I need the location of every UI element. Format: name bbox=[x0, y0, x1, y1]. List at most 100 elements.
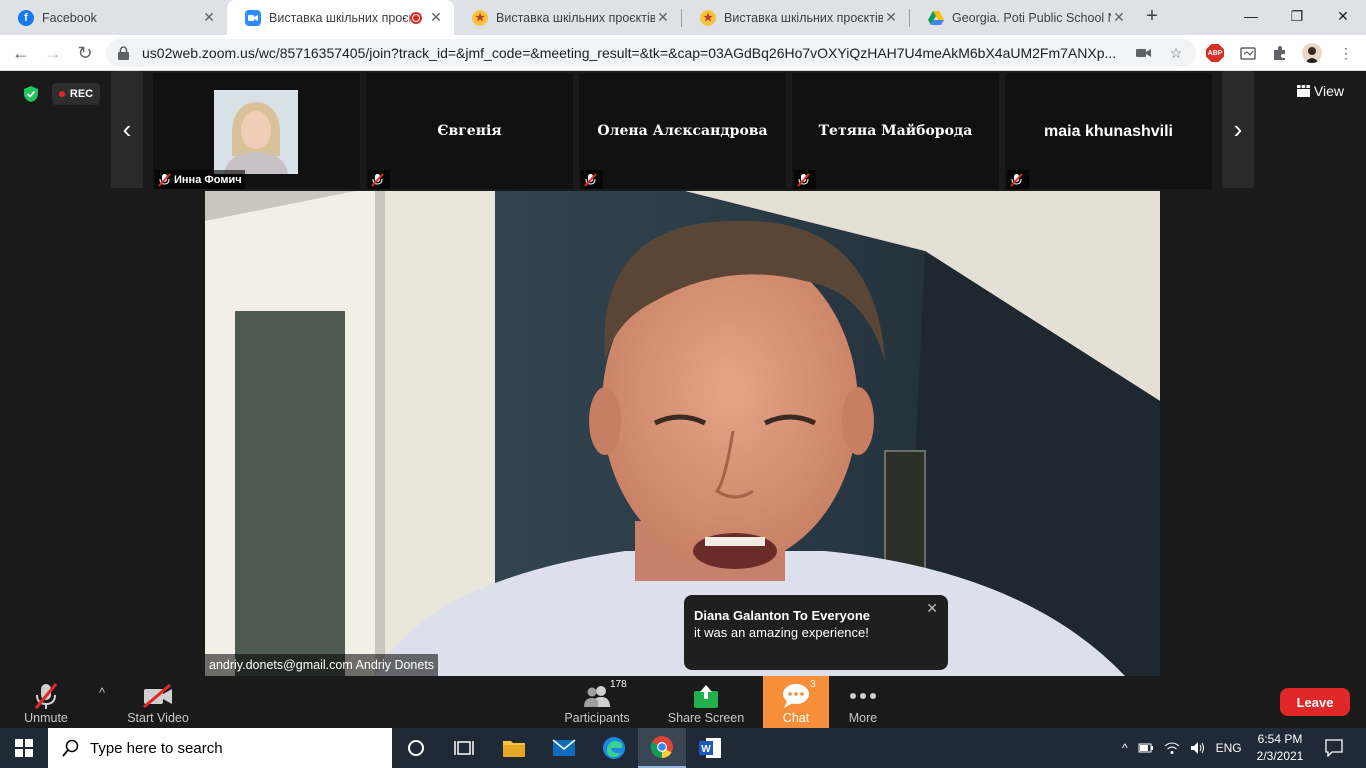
audio-options-chevron-icon[interactable]: ^ bbox=[92, 676, 112, 728]
close-icon[interactable]: ✕ bbox=[883, 9, 899, 26]
share-screen-button[interactable]: Share Screen bbox=[666, 676, 746, 728]
task-view-icon[interactable] bbox=[440, 728, 488, 768]
view-layout-button[interactable]: View bbox=[1296, 83, 1344, 99]
adblock-icon[interactable]: ABP bbox=[1205, 43, 1225, 63]
close-window-icon[interactable]: ✕ bbox=[1320, 0, 1366, 32]
browser-tab-strip: f Facebook ✕ Виставка шкільних проєктів … bbox=[0, 0, 1366, 35]
clock-time: 6:54 PM bbox=[1257, 732, 1303, 746]
participant-name: Олена Алєксандрова bbox=[597, 123, 768, 139]
chat-button[interactable]: Chat 3 bbox=[763, 676, 829, 728]
participant-name: Євгенія bbox=[437, 123, 502, 139]
restore-icon[interactable]: ❐ bbox=[1274, 0, 1320, 32]
minimize-icon[interactable]: — bbox=[1228, 0, 1274, 32]
active-speaker-name: andriy.donets@gmail.com Andriy Donets bbox=[205, 654, 439, 676]
encryption-shield-icon[interactable] bbox=[22, 85, 40, 103]
zoom-meeting-area: REC ‹ › Инна Фомич Євгенія Олена Алєксан… bbox=[0, 71, 1366, 676]
muted-mic-icon bbox=[158, 172, 171, 187]
camera-icon[interactable] bbox=[1134, 43, 1154, 63]
url-text: us02web.zoom.us/wc/85716357405/join?trac… bbox=[142, 45, 1117, 61]
forward-icon[interactable]: → bbox=[40, 40, 66, 66]
back-icon[interactable]: ← bbox=[8, 40, 34, 66]
close-icon[interactable]: ✕ bbox=[1111, 9, 1127, 26]
file-explorer-icon[interactable] bbox=[490, 728, 538, 768]
active-speaker-video[interactable] bbox=[205, 191, 1160, 676]
edge-icon[interactable] bbox=[590, 728, 638, 768]
windows-start-icon[interactable] bbox=[0, 728, 48, 768]
more-button[interactable]: More bbox=[840, 676, 886, 728]
svg-text:W: W bbox=[701, 744, 711, 755]
chrome-icon[interactable] bbox=[638, 728, 686, 768]
tab-exhibition-2[interactable]: ★ Виставка шкільних проєктів з ✕ bbox=[682, 0, 909, 35]
close-icon[interactable]: ✕ bbox=[428, 9, 444, 26]
tab-georgia-poti[interactable]: Georgia. Poti Public School N ✕ bbox=[910, 0, 1137, 35]
start-video-button[interactable]: Start Video bbox=[122, 676, 194, 728]
chat-bubble-icon bbox=[781, 681, 811, 711]
windows-taskbar: Type here to search W ^ ENG 6:54 PM 2/3/… bbox=[0, 728, 1366, 768]
share-screen-icon bbox=[692, 681, 720, 711]
close-icon[interactable]: ✕ bbox=[926, 600, 938, 617]
unmute-button[interactable]: Unmute bbox=[18, 676, 74, 728]
grid-view-icon bbox=[1296, 85, 1310, 97]
participant-tile[interactable]: Инна Фомич bbox=[153, 73, 360, 189]
record-dot-icon bbox=[58, 91, 65, 97]
search-placeholder: Type here to search bbox=[90, 739, 223, 757]
muted-mic-icon bbox=[368, 170, 390, 189]
volume-icon bbox=[1190, 742, 1204, 754]
tray-overflow-chevron-icon[interactable]: ^ bbox=[1122, 741, 1128, 755]
prev-participants-button[interactable]: ‹ bbox=[111, 71, 143, 188]
wifi-icon bbox=[1164, 742, 1179, 754]
chat-label: Chat bbox=[782, 711, 810, 725]
taskbar-search-box[interactable]: Type here to search bbox=[48, 728, 392, 768]
participant-tile[interactable]: Олена Алєксандрова bbox=[579, 73, 786, 189]
tab-facebook[interactable]: f Facebook ✕ bbox=[0, 0, 227, 35]
taskbar-clock[interactable]: 6:54 PM 2/3/2021 bbox=[1250, 731, 1310, 765]
chat-unread-count: 3 bbox=[810, 679, 816, 690]
unmute-label: Unmute bbox=[24, 711, 68, 725]
participants-icon bbox=[581, 681, 613, 711]
participant-label: Инна Фомич bbox=[155, 170, 245, 189]
meeting-controls: Unmute ^ Start Video Participants 178 Sh… bbox=[0, 676, 1366, 728]
profile-avatar[interactable] bbox=[1302, 43, 1322, 63]
participants-count: 178 bbox=[610, 679, 627, 690]
tab-zoom-meeting[interactable]: Виставка шкільних проєктів ✕ bbox=[227, 0, 454, 35]
start-video-label: Start Video bbox=[127, 711, 189, 725]
participant-tile[interactable]: Тетяна Майборода bbox=[792, 73, 999, 189]
close-icon[interactable]: ✕ bbox=[201, 9, 217, 26]
language-indicator[interactable]: ENG bbox=[1216, 741, 1242, 755]
word-icon[interactable]: W bbox=[686, 728, 734, 768]
next-participants-button[interactable]: › bbox=[1222, 71, 1254, 188]
muted-mic-icon bbox=[794, 170, 816, 189]
reload-icon[interactable]: ↻ bbox=[72, 40, 98, 66]
menu-kebab-icon[interactable]: ⋮ bbox=[1336, 43, 1356, 63]
tab-title: Georgia. Poti Public School N bbox=[952, 10, 1111, 25]
tab-title: Виставка шкільних проєктів bbox=[269, 10, 410, 25]
bookmark-star-icon[interactable]: ☆ bbox=[1166, 43, 1186, 63]
close-icon[interactable]: ✕ bbox=[655, 9, 671, 26]
recording-badge[interactable]: REC bbox=[52, 83, 100, 105]
participants-button[interactable]: Participants 178 bbox=[560, 676, 634, 728]
lock-icon bbox=[118, 46, 132, 60]
star-eyes-emoji-icon: ★ bbox=[472, 9, 488, 26]
view-label: View bbox=[1313, 83, 1344, 99]
adblock-label: ABP bbox=[1206, 44, 1224, 62]
participant-tile[interactable]: maia khunashvili bbox=[1005, 73, 1212, 189]
leave-button[interactable]: Leave bbox=[1280, 688, 1350, 716]
participant-name: Тетяна Майборода bbox=[818, 123, 973, 139]
puzzle-extensions-icon[interactable] bbox=[1270, 43, 1290, 63]
mail-icon[interactable] bbox=[540, 728, 588, 768]
notifications-icon[interactable] bbox=[1310, 728, 1358, 768]
new-tab-button[interactable]: + bbox=[1137, 0, 1167, 35]
tab-exhibition-1[interactable]: ★ Виставка шкільних проєктів з ✕ bbox=[454, 0, 681, 35]
cortana-icon[interactable] bbox=[392, 728, 440, 768]
chat-notification[interactable]: Diana Galanton To Everyone it was an ama… bbox=[684, 595, 948, 670]
address-bar[interactable]: us02web.zoom.us/wc/85716357405/join?trac… bbox=[106, 39, 1196, 67]
rec-label: REC bbox=[69, 88, 94, 100]
participant-name: Инна Фомич bbox=[174, 173, 242, 186]
google-drive-icon bbox=[928, 10, 944, 26]
extension-icon[interactable] bbox=[1238, 43, 1258, 63]
participant-tile[interactable]: Євгенія bbox=[366, 73, 573, 189]
tab-title: Facebook bbox=[42, 10, 97, 25]
participant-video bbox=[214, 90, 298, 174]
participant-name: maia khunashvili bbox=[1044, 123, 1173, 140]
recording-indicator-icon bbox=[410, 11, 422, 24]
